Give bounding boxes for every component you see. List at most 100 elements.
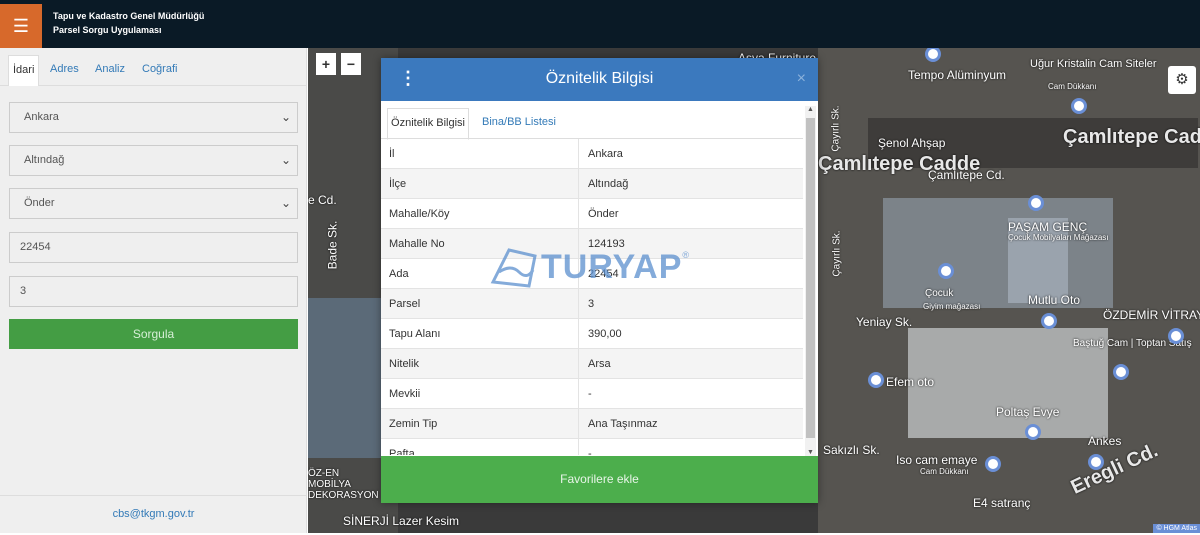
table-row: Nitelik Arsa [381, 349, 803, 379]
map-pin-icon[interactable] [1041, 313, 1057, 329]
map-label: Iso cam emaye [896, 453, 978, 467]
attribute-key: Zemin Tip [381, 409, 579, 438]
query-tabs: İdari Adres Analiz Coğrafi [0, 48, 306, 86]
scroll-down-icon[interactable]: ▼ [805, 449, 816, 456]
tab-cografi[interactable]: Coğrafi [142, 55, 177, 86]
attribute-value: Arsa [588, 358, 611, 370]
map-attribution[interactable]: © HGM Atlas [1153, 524, 1200, 533]
attribute-key: Nitelik [381, 349, 579, 378]
map-street-label: Çamlıtepe Cd. [928, 168, 1005, 182]
map-street-label: Çayırlı Sk. [830, 105, 842, 152]
map-label: Poltaş Evye [996, 405, 1060, 419]
attribute-key: İl [381, 139, 579, 168]
map-label: E4 satranç [973, 496, 1031, 510]
close-icon[interactable]: × [797, 70, 806, 88]
app-header: ☰ Tapu ve Kadastro Genel Müdürlüğü Parse… [0, 0, 1200, 48]
gear-icon[interactable]: ⚙ [1168, 66, 1196, 94]
hamburger-icon[interactable]: ☰ [0, 4, 42, 48]
ilce-select-value: Altındağ [24, 154, 65, 166]
attribute-value: - [588, 448, 592, 455]
map-street-label: e Cd. [308, 193, 337, 207]
app-title-line2: Parsel Sorgu Uygulaması [53, 25, 162, 35]
sorgula-button[interactable]: Sorgula [9, 319, 298, 349]
map-pin-icon[interactable] [868, 372, 884, 388]
turyap-watermark: TURYAP ® [489, 242, 689, 292]
map-street-label: Çayırlı Sk. [831, 230, 843, 277]
zoom-out-button[interactable]: − [341, 53, 361, 75]
dialog-title: Öznitelik Bilgisi [545, 70, 654, 87]
attribute-key: Pafta [381, 439, 579, 455]
attribute-value: Ana Taşınmaz [588, 418, 658, 430]
chevron-down-icon: ⌄ [280, 110, 291, 124]
tab-oznitelik[interactable]: Öznitelik Bilgisi [387, 108, 469, 140]
map-pin-icon[interactable] [1088, 454, 1104, 470]
map-pin-icon[interactable] [1025, 424, 1041, 440]
parsel-input[interactable]: 3 [9, 276, 298, 307]
map-street-label: Yeniay Sk. [856, 315, 913, 329]
map-label: ÖZ-EN MOBİLYA DEKORASYON [308, 468, 379, 501]
map-label: Çocuk [925, 288, 954, 299]
tab-idari[interactable]: İdari [8, 55, 40, 86]
map-label: Giyim mağazası [923, 302, 981, 311]
app-title-line1: Tapu ve Kadastro Genel Müdürlüğü [53, 11, 205, 21]
attribute-key: Mevkii [381, 379, 579, 408]
ada-input[interactable]: 22454 [9, 232, 298, 263]
map-label: Efem oto [886, 375, 935, 389]
map-street-label: Bade Sk. [325, 220, 340, 270]
tab-adres[interactable]: Adres [50, 55, 79, 86]
attribute-table: İl Ankara İlçe Altındağ Mahalle/Köy Önder Maha… [381, 138, 803, 455]
map-pin-icon[interactable] [1071, 98, 1087, 114]
mahalle-select[interactable]: Önder ⌄ [9, 188, 298, 219]
ilce-select[interactable]: Altındağ ⌄ [9, 145, 298, 176]
dialog-tabs: Öznitelik Bilgisi Bina/BB Listesi [381, 101, 803, 140]
scroll-up-icon[interactable]: ▲ [805, 106, 816, 113]
attribute-key: İlçe [381, 169, 579, 198]
map-label: SİNERJİ Lazer Kesim [343, 514, 460, 528]
map-label: Mutlu Oto [1028, 293, 1081, 307]
map-label: Şenol Ahşap [878, 136, 946, 150]
chevron-down-icon: ⌄ [280, 153, 291, 167]
add-favorite-button[interactable]: Favorilere ekle [381, 456, 818, 503]
il-select[interactable]: Ankara ⌄ [9, 102, 298, 133]
il-select-value: Ankara [24, 111, 59, 123]
registered-mark: ® [682, 250, 690, 260]
map-pin-icon[interactable] [985, 456, 1001, 472]
attribute-key: Parsel [381, 289, 579, 318]
tab-analiz[interactable]: Analiz [95, 55, 125, 86]
map-pin-icon[interactable] [1113, 364, 1129, 380]
attribute-value: 390,00 [588, 328, 622, 340]
zoom-in-button[interactable]: + [316, 53, 336, 75]
map-pin-icon[interactable] [938, 263, 954, 279]
attribute-value: 3 [588, 298, 595, 310]
attribute-value: Altındağ [588, 178, 629, 190]
tab-bina-listesi[interactable]: Bina/BB Listesi [482, 108, 556, 140]
attribute-value: - [588, 388, 592, 400]
map-pin-icon[interactable] [1168, 328, 1184, 344]
table-row: Tapu Alanı 390,00 [381, 319, 803, 349]
map-street-label: Sakızlı Sk. [823, 443, 880, 457]
map-label: Çocuk Mobilyaları Mağazası [1008, 233, 1109, 242]
map-label: Uğur Kristalin Cam Siteler [1030, 58, 1157, 70]
map-pin-icon[interactable] [1028, 195, 1044, 211]
contact-email-link[interactable]: cbs@tkgm.gov.tr [0, 495, 307, 533]
table-row: Zemin Tip Ana Taşınmaz [381, 409, 803, 439]
dialog-scrollbar[interactable]: ▲ ▼ [805, 106, 816, 456]
mahalle-select-value: Önder [24, 197, 55, 209]
map-label: Cam Dükkanı [1048, 82, 1097, 91]
map-label: Tempo Alüminyum [908, 68, 1007, 82]
dialog-header: ⋮ Öznitelik Bilgisi × [381, 58, 818, 101]
query-panel: İdari Adres Analiz Coğrafi Ankara ⌄ Altı… [0, 48, 307, 533]
attribute-value: Ankara [588, 148, 623, 160]
table-row: İlçe Altındağ [381, 169, 803, 199]
handshake-logo-icon [490, 248, 537, 288]
chevron-down-icon: ⌄ [280, 196, 291, 210]
scrollbar-thumb[interactable] [806, 118, 815, 438]
table-row: Mevkii - [381, 379, 803, 409]
map-label: Cam Dükkanı [920, 467, 969, 476]
attribute-key: Mahalle/Köy [381, 199, 579, 228]
table-row: Pafta - [381, 439, 803, 455]
table-row: Mahalle/Köy Önder [381, 199, 803, 229]
attribute-key: Tapu Alanı [381, 319, 579, 348]
map-label: ÖZDEMİR VİTRAY [1103, 308, 1200, 322]
table-row: Parsel 3 [381, 289, 803, 319]
